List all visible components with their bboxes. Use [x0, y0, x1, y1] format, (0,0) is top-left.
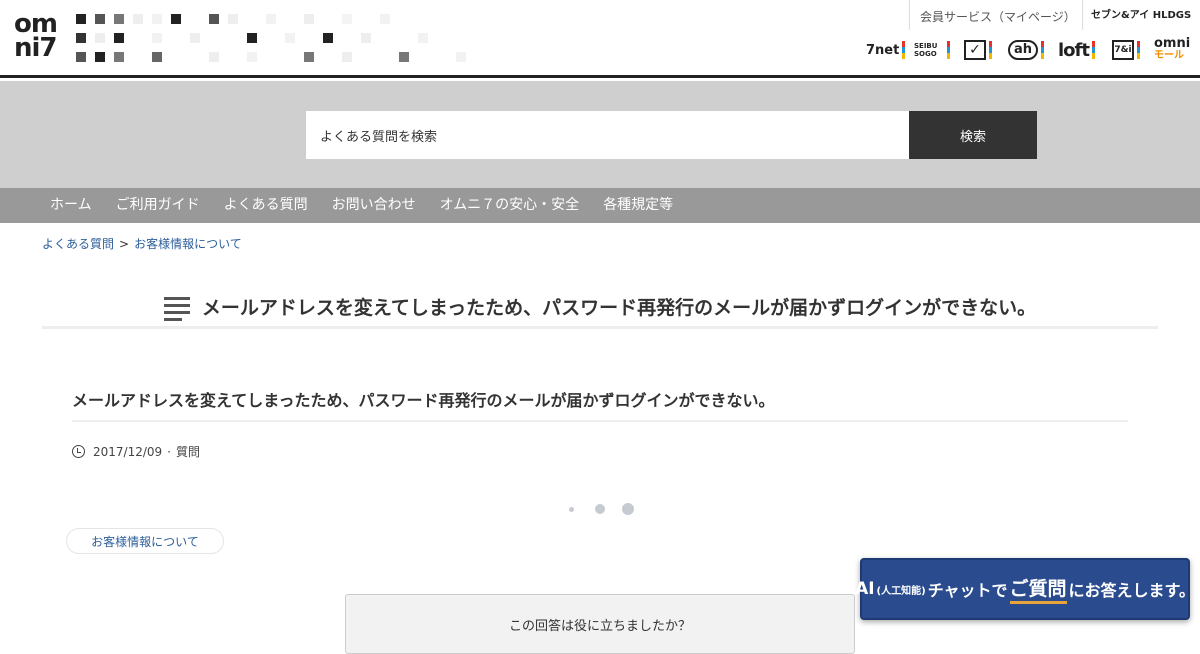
nav-item-home[interactable]: ホーム — [38, 188, 104, 223]
nav-item-guide[interactable]: ご利用ガイド — [104, 188, 212, 223]
brand-ito-yokado[interactable]: ✓ — [964, 38, 992, 62]
nav-item-terms[interactable]: 各種規定等 — [591, 188, 685, 223]
loader-dot-small — [569, 507, 574, 512]
ai-chat-answer-label: にお答えします。 — [1068, 581, 1195, 600]
page-heading: メールアドレスを変えてしまったため、パスワード再発行のメールが届かずログインがで… — [42, 291, 1158, 329]
nav-item-contact[interactable]: お問い合わせ — [320, 188, 428, 223]
brand-seibu-sogo[interactable]: SEIBU SOGO — [914, 38, 950, 62]
ai-chat-question-label: ご質問 — [1009, 574, 1067, 604]
category-tag[interactable]: お客様情報について — [66, 528, 224, 554]
nav-item-safety[interactable]: オムニ７の安心・安全 — [428, 188, 592, 223]
brand-loft[interactable]: loft — [1058, 38, 1095, 62]
member-service-link[interactable]: 会員サービス（マイページ） — [909, 0, 1086, 30]
loader-dot-medium — [595, 504, 605, 514]
site-header: omni7 会員サービス（マイページ） セブン&アイ HLDGS 7net SE… — [0, 0, 1200, 78]
nav-item-faq[interactable]: よくある質問 — [212, 188, 320, 223]
omni7-logo[interactable]: omni7 — [14, 9, 74, 66]
page-title: メールアドレスを変えてしまったため、パスワード再発行のメールが届かずログインがで… — [201, 297, 1037, 319]
akachan-honpo-logo-icon: ah — [1008, 40, 1038, 60]
brand-omni-mall[interactable]: omni モール — [1154, 36, 1191, 62]
loading-indicator — [565, 502, 635, 516]
clock-icon — [72, 445, 85, 458]
question-meta: 2017/12/09 · 質問 — [72, 443, 200, 460]
ai-chat-chat-label: チャットで — [927, 581, 1008, 600]
seven-eleven-logo-icon: 7&i — [1112, 40, 1134, 60]
search-area: よくある質問を検索 検索 — [0, 81, 1200, 188]
question-title: メールアドレスを変えてしまったため、パスワード再発行のメールが届かずログインがで… — [72, 388, 1128, 422]
omni-mall-logo-icon: omni — [1154, 36, 1191, 51]
breadcrumb: よくある質問 > お客様情報について — [42, 235, 242, 252]
brand-7net[interactable]: 7net — [866, 38, 906, 62]
brand-akachan-honpo[interactable]: ah — [1008, 38, 1044, 62]
main-nav: ホーム ご利用ガイド よくある質問 お問い合わせ オムニ７の安心・安全 各種規定… — [0, 188, 1200, 223]
seibu-sogo-logo-icon: SEIBU SOGO — [914, 42, 938, 58]
faq-search-input[interactable]: よくある質問を検索 — [306, 111, 909, 159]
feedback-prompt: この回答は役に立ちましたか？ — [508, 619, 691, 634]
loft-logo-icon: loft — [1058, 39, 1090, 61]
seven-i-hldgs-logo[interactable]: セブン&アイ HLDGS — [1082, 0, 1199, 30]
7net-logo-icon: 7net — [866, 42, 900, 58]
loader-dot-large — [622, 503, 634, 515]
brand-seven-eleven[interactable]: 7&i — [1112, 38, 1140, 62]
feedback-box: この回答は役に立ちましたか？ — [345, 594, 855, 654]
logo-text: omni7 — [14, 9, 58, 63]
omni-mall-sub-icon: モール — [1154, 50, 1184, 61]
ai-chat-ai-label: AI — [855, 579, 875, 599]
question-date: 2017/12/09 — [93, 444, 163, 459]
meta-separator: · — [167, 444, 171, 459]
ito-yokado-logo-icon: ✓ — [964, 40, 986, 60]
breadcrumb-separator: > — [119, 237, 130, 251]
ai-chat-ai-note: (人工知能) — [876, 585, 926, 597]
breadcrumb-faq-link[interactable]: よくある質問 — [42, 237, 114, 251]
search-button[interactable]: 検索 — [909, 111, 1037, 159]
ai-chat-button[interactable]: AI (人工知能) チャットで ご質問 にお答えします。 — [855, 558, 1195, 620]
list-icon — [163, 297, 190, 321]
breadcrumb-customer-info-link[interactable]: お客様情報について — [134, 237, 242, 251]
question-type: 質問 — [176, 445, 201, 459]
